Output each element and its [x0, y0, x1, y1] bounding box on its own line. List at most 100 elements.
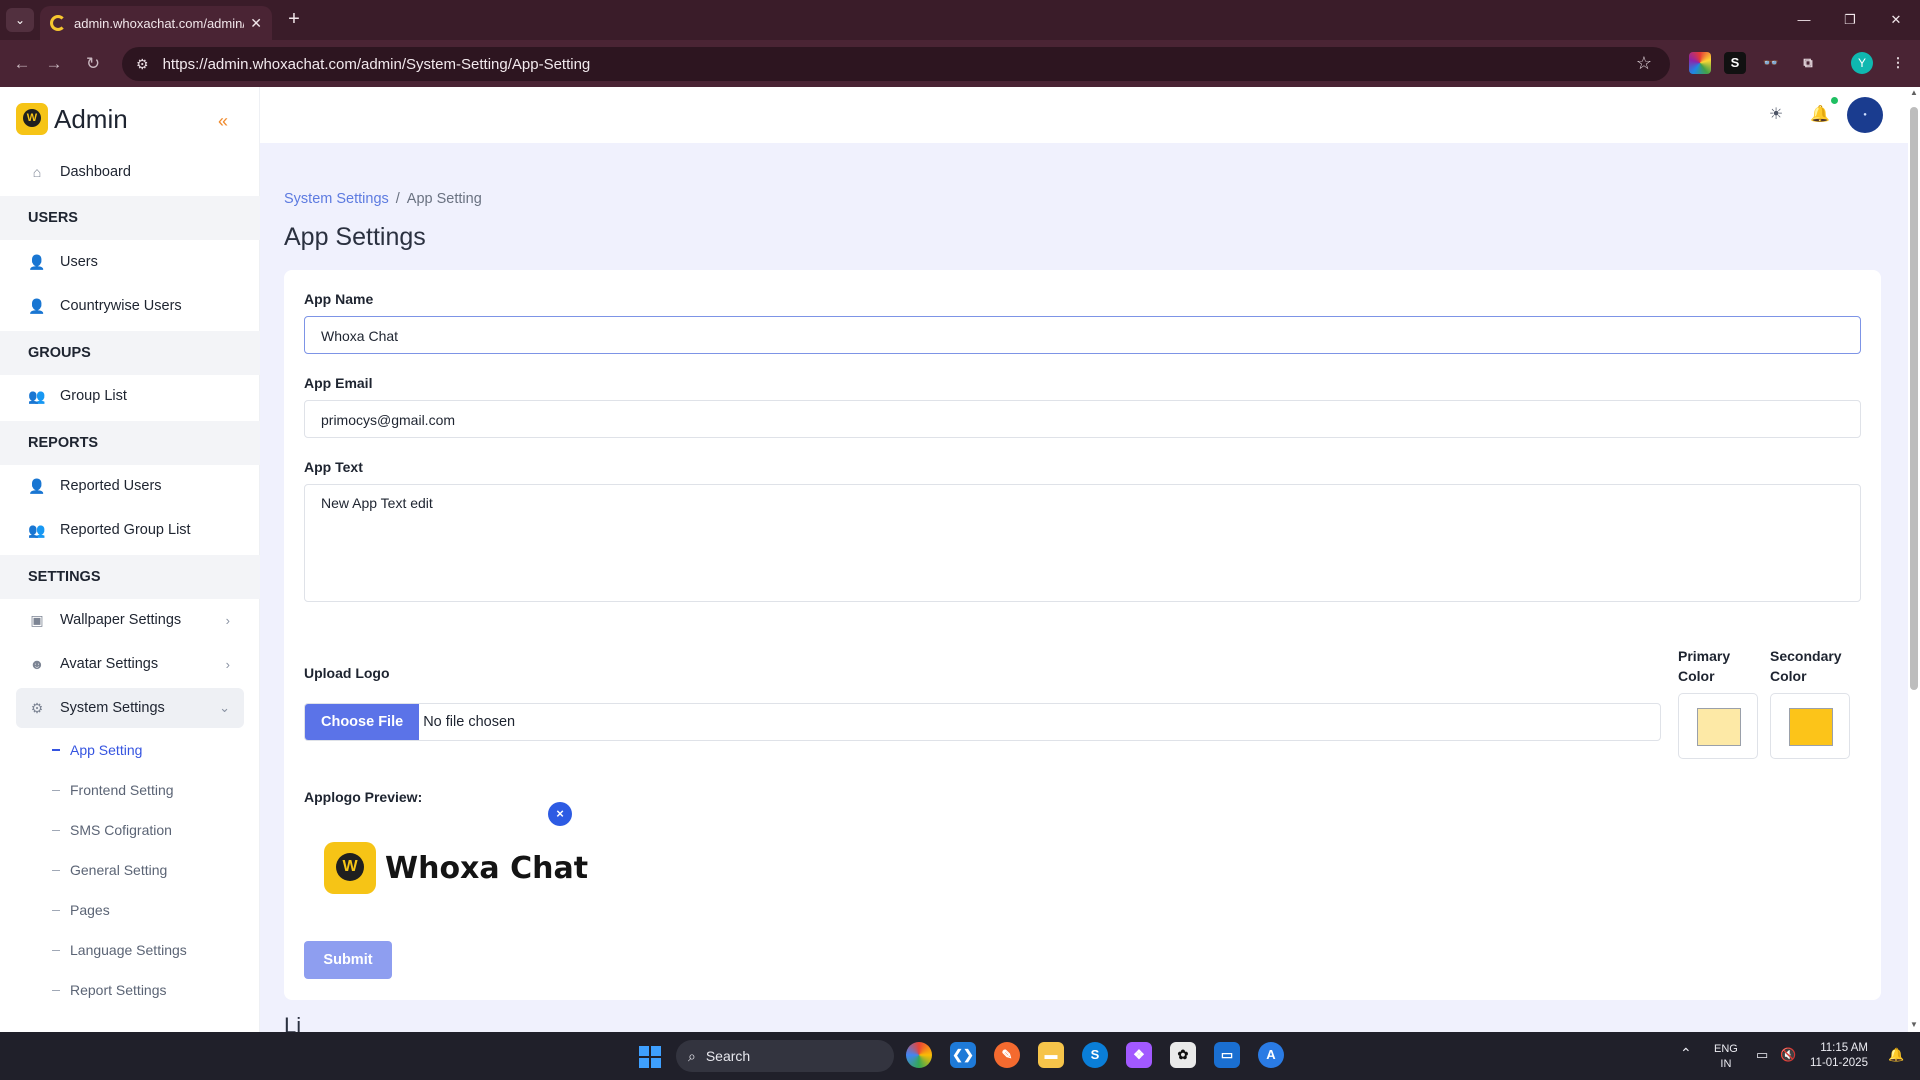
sidebar-item-reported-users[interactable]: 👤 Reported Users — [16, 466, 244, 506]
subitem-label: App Setting — [70, 742, 143, 758]
subitem-label: General Setting — [70, 862, 168, 878]
sidebar-subitem-general-setting[interactable]: General Setting — [52, 862, 167, 878]
primary-color-picker[interactable] — [1678, 693, 1758, 759]
breadcrumb-system-settings[interactable]: System Settings — [284, 191, 389, 207]
site-info-icon[interactable]: ⚙ — [136, 56, 149, 73]
reload-icon[interactable]: ↻ — [80, 51, 106, 77]
tab-list-chevron-down-icon[interactable]: ⌄ — [6, 8, 34, 32]
sidebar-item-group-list[interactable]: 👥 Group List — [16, 376, 244, 416]
sidebar-item-label: Reported Users — [60, 478, 162, 494]
app-store-icon[interactable]: A — [1258, 1042, 1284, 1068]
collapse-sidebar-icon[interactable]: « — [218, 111, 228, 132]
postman-icon[interactable]: ✎ — [994, 1042, 1020, 1068]
sidebar-item-countrywise-users[interactable]: 👤 Countrywise Users — [16, 286, 244, 326]
taskbar-search[interactable]: ⌕ Search — [676, 1040, 894, 1072]
file-explorer-icon[interactable]: ▬ — [1038, 1042, 1064, 1068]
user-avatar[interactable]: ● — [1847, 97, 1883, 133]
browser-tab-active[interactable]: admin.whoxachat.com/admin/S ✕ — [40, 6, 272, 40]
sidebar-item-dashboard[interactable]: ⌂ Dashboard — [16, 152, 244, 192]
breadcrumb-current: App Setting — [406, 191, 482, 207]
tab-close-icon[interactable]: ✕ — [250, 15, 262, 32]
dash-marker — [52, 749, 60, 751]
choose-file-button[interactable]: Choose File — [305, 704, 420, 740]
skype-icon[interactable]: S — [1082, 1042, 1108, 1068]
secondary-color-swatch — [1789, 708, 1833, 746]
chrome-icon[interactable] — [906, 1042, 932, 1068]
submit-button[interactable]: Submit — [304, 941, 392, 979]
notification-center-bell-icon[interactable]: 🔔 — [1888, 1047, 1904, 1062]
color-extension-icon[interactable] — [1689, 52, 1711, 74]
user-icon: 👤 — [28, 298, 46, 314]
profile-avatar-icon[interactable]: Y — [1851, 52, 1873, 74]
remove-logo-close-icon[interactable]: × — [548, 802, 572, 826]
window-app-icon[interactable]: ▭ — [1214, 1042, 1240, 1068]
network-icon[interactable]: ▭ — [1756, 1047, 1768, 1062]
chatgpt-icon[interactable]: ✿ — [1170, 1042, 1196, 1068]
restore-icon[interactable]: ❐ — [1830, 8, 1870, 32]
scroll-down-arrow-icon[interactable]: ▼ — [1908, 1020, 1920, 1029]
sidebar: Admin « ⌂ Dashboard USERS 👤 Users 👤 Coun… — [0, 87, 260, 1032]
clock-date: 11-01-2025 — [1810, 1057, 1868, 1069]
app-email-input[interactable]: primocys@gmail.com — [304, 400, 1861, 438]
brand[interactable]: Admin — [16, 103, 128, 135]
taskbar-clock[interactable]: 11:15 AM 11-01-2025 — [1810, 1041, 1868, 1071]
sidebar-subitem-pages[interactable]: Pages — [52, 902, 110, 918]
vscode-icon[interactable]: ❮❯ — [950, 1042, 976, 1068]
windows-start-icon[interactable] — [639, 1046, 661, 1068]
sidebar-item-label: Users — [60, 254, 98, 270]
app-text-textarea[interactable]: New App Text edit — [304, 484, 1861, 602]
dash-marker — [52, 989, 60, 991]
scrollbar-thumb[interactable] — [1910, 107, 1918, 690]
back-arrow-icon[interactable]: ← — [9, 51, 35, 77]
forward-arrow-icon[interactable]: → — [41, 51, 67, 77]
subitem-label: Language Settings — [70, 942, 187, 958]
bookmark-star-icon[interactable]: ☆ — [1636, 53, 1652, 74]
wallpaper-icon: ▣ — [30, 612, 44, 628]
glasses-extension-icon[interactable]: 👓 — [1760, 52, 1782, 74]
logo-file-input[interactable]: Choose File No file chosen — [304, 703, 1661, 741]
subitem-label: Frontend Setting — [70, 782, 174, 798]
search-icon: ⌕ — [688, 1047, 696, 1064]
show-hidden-icons-chevron-up-icon[interactable]: ⌃ — [1680, 1046, 1692, 1061]
home-icon: ⌂ — [32, 164, 42, 180]
subitem-label: SMS Cofigration — [70, 822, 172, 838]
sidebar-subitem-frontend-setting[interactable]: Frontend Setting — [52, 782, 174, 798]
logo-preview-name: Whoxa Chat — [385, 850, 589, 886]
s-extension-icon[interactable]: S — [1724, 52, 1746, 74]
primary-color-swatch — [1697, 708, 1741, 746]
minimize-icon[interactable]: — — [1784, 8, 1824, 32]
sidebar-subitem-report-settings[interactable]: Report Settings — [52, 982, 167, 998]
windows-taskbar: ⌕ Search ❮❯ ✎ ▬ S ❖ ✿ ▭ A ⌃ ENG IN ▭ 🔇 1… — [0, 1032, 1920, 1080]
app-text-label: App Text — [304, 459, 363, 475]
sidebar-item-system-settings[interactable]: ⚙ System Settings ⌄ — [16, 688, 244, 728]
sidebar-item-wallpaper-settings[interactable]: ▣ Wallpaper Settings › — [16, 600, 244, 640]
sidebar-subitem-app-setting[interactable]: App Setting — [52, 742, 142, 758]
no-file-text: No file chosen — [423, 714, 516, 730]
sidebar-item-label: Avatar Settings — [60, 656, 159, 672]
sidebar-item-avatar-settings[interactable]: ☻ Avatar Settings › — [16, 644, 244, 684]
group-icon: 👥 — [28, 522, 46, 538]
figma-icon[interactable]: ❖ — [1126, 1042, 1152, 1068]
sidebar-item-label: System Settings — [60, 700, 165, 716]
secondary-color-picker[interactable] — [1770, 693, 1850, 759]
sidebar-subitem-sms-configuration[interactable]: SMS Cofigration — [52, 822, 172, 838]
user-icon: 👤 — [28, 254, 46, 270]
dash-marker — [52, 909, 60, 911]
secondary-color-label: Secondary Color — [1770, 648, 1842, 684]
volume-muted-icon[interactable]: 🔇 — [1780, 1047, 1796, 1062]
section-groups: GROUPS — [0, 331, 260, 375]
extensions-puzzle-icon[interactable]: ⧉ — [1797, 52, 1819, 74]
page: Admin « ⌂ Dashboard USERS 👤 Users 👤 Coun… — [0, 87, 1920, 1032]
new-tab-plus-icon[interactable]: + — [282, 8, 306, 32]
sidebar-item-users[interactable]: 👤 Users — [16, 242, 244, 282]
sidebar-subitem-language-settings[interactable]: Language Settings — [52, 942, 187, 958]
scroll-up-arrow-icon[interactable]: ▲ — [1908, 88, 1920, 97]
sidebar-item-reported-group-list[interactable]: 👥 Reported Group List — [16, 510, 244, 550]
browser-menu-icon[interactable]: ⋮ — [1887, 52, 1909, 74]
notification-bell-icon[interactable]: 🔔 — [1806, 101, 1834, 129]
app-name-input[interactable]: Whoxa Chat — [304, 316, 1861, 354]
language-indicator[interactable]: ENG IN — [1714, 1042, 1738, 1072]
address-bar[interactable]: ⚙ https://admin.whoxachat.com/admin/Syst… — [122, 47, 1670, 81]
theme-sun-icon[interactable]: ☀ — [1762, 101, 1790, 129]
window-close-icon[interactable]: ✕ — [1876, 8, 1916, 32]
